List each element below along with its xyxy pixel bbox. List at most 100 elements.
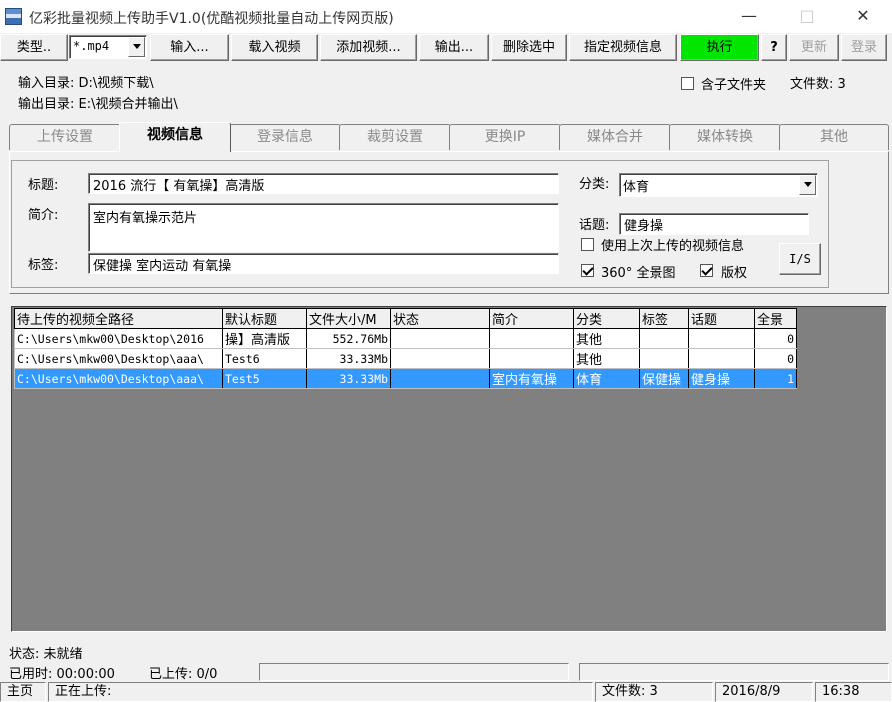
file-type-value: *.mp4	[73, 39, 110, 53]
cell-topic	[688, 328, 755, 349]
cell-title: 操】高清版	[222, 328, 307, 349]
cell-category: 其他	[573, 328, 640, 349]
tab-other[interactable]: 其他	[779, 124, 889, 150]
io-button[interactable]: I/S	[779, 243, 821, 275]
cell-category: 其他	[573, 348, 640, 369]
tab-media-merge[interactable]: 媒体合并	[559, 124, 671, 150]
col-header-intro[interactable]: 简介	[489, 308, 574, 329]
elapsed-label: 已用时: 00:00:00	[9, 667, 115, 682]
subfolder-label: 含子文件夹	[701, 78, 767, 93]
cell-pano: 1	[754, 368, 797, 389]
table-row[interactable]: C:\Users\mkw00\Desktop\aaa\ Test6 33.33M…	[14, 348, 797, 369]
app-icon	[5, 8, 22, 25]
cell-tags: 保健操	[639, 368, 689, 389]
maximize-icon: □	[799, 6, 815, 25]
close-icon[interactable]: ✕	[838, 0, 888, 33]
cell-size: 33.33Mb	[306, 368, 391, 389]
cell-status	[390, 368, 490, 389]
chevron-down-icon[interactable]	[799, 175, 816, 195]
cell-path: C:\Users\mkw00\Desktop\2016	[14, 328, 223, 349]
cell-intro: 室内有氧操	[489, 368, 574, 389]
subfolder-checkbox[interactable]	[681, 77, 694, 90]
intro-textarea[interactable]: 室内有氧操示范片	[88, 203, 559, 252]
cell-intro	[489, 328, 574, 349]
video-list-area: 待上传的视频全路径 默认标题 文件大小/M 状态 简介 分类 标签 话题 全景 …	[11, 306, 887, 632]
cell-pano: 0	[754, 348, 797, 369]
pano-checkbox[interactable]	[581, 264, 594, 277]
col-header-category[interactable]: 分类	[573, 308, 640, 329]
add-video-button[interactable]: 添加视频...	[320, 34, 417, 61]
category-select[interactable]: 体育	[619, 173, 818, 197]
col-header-pano[interactable]: 全景	[754, 308, 797, 329]
input-dir-label: 输入目录: D:\视频下载\	[18, 76, 154, 91]
cell-size: 33.33Mb	[306, 348, 391, 369]
input-button[interactable]: 输入...	[150, 34, 229, 61]
output-dir-label: 输出目录: E:\视频合并输出\	[18, 97, 178, 112]
type-button[interactable]: 类型..	[0, 34, 68, 61]
cell-tags	[639, 328, 689, 349]
execute-button[interactable]: 执行	[680, 34, 759, 61]
assign-video-info-button[interactable]: 指定视频信息	[569, 34, 677, 61]
cell-topic: 健身操	[688, 368, 755, 389]
cell-title: Test6	[222, 348, 307, 369]
video-list-table: 待上传的视频全路径 默认标题 文件大小/M 状态 简介 分类 标签 话题 全景 …	[14, 308, 797, 389]
use-last-info-label: 使用上次上传的视频信息	[601, 239, 745, 254]
cell-category: 体育	[573, 368, 640, 389]
cell-title: Test5	[222, 368, 307, 389]
cell-path: C:\Users\mkw00\Desktop\aaa\	[14, 348, 223, 369]
tags-field[interactable]: 保健操 室内运动 有氧操	[88, 253, 559, 274]
col-header-status[interactable]: 状态	[390, 308, 490, 329]
file-type-select[interactable]: *.mp4	[69, 35, 147, 59]
tab-media-convert[interactable]: 媒体转换	[669, 124, 781, 150]
tab-change-ip[interactable]: 更换IP	[449, 124, 561, 150]
help-button[interactable]: ?	[761, 34, 787, 61]
title-label: 标题:	[28, 178, 59, 193]
topic-label: 话题:	[579, 218, 610, 233]
status-date: 2016/8/9	[715, 682, 813, 702]
file-progress-bar	[579, 663, 889, 681]
file-count-label: 文件数: 3	[790, 77, 846, 92]
cell-pano: 0	[754, 328, 797, 349]
col-header-topic[interactable]: 话题	[688, 308, 755, 329]
topic-field[interactable]: 健身操	[619, 213, 809, 235]
tab-login-info[interactable]: 登录信息	[229, 124, 341, 150]
cell-path: C:\Users\mkw00\Desktop\aaa\	[14, 368, 223, 389]
cell-intro	[489, 348, 574, 369]
uploaded-label: 已上传: 0/0	[149, 667, 218, 682]
upload-progress-bar	[259, 663, 569, 681]
tab-video-info[interactable]: 视频信息	[119, 122, 231, 152]
state-label: 状态: 未就绪	[9, 647, 83, 662]
status-home: 主页	[0, 682, 46, 702]
title-bar: 亿彩批量视频上传助手V1.0(优酷视频批量自动上传网页版) — □ ✕	[0, 0, 892, 33]
copyright-checkbox[interactable]	[700, 264, 713, 277]
tags-label: 标签:	[28, 258, 59, 273]
delete-selected-button[interactable]: 删除选中	[491, 34, 567, 61]
col-header-tags[interactable]: 标签	[639, 308, 689, 329]
status-time: 16:38	[815, 682, 892, 702]
cell-status	[390, 328, 490, 349]
login-button: 登录	[841, 34, 887, 61]
table-row-selected[interactable]: C:\Users\mkw00\Desktop\aaa\ Test5 33.33M…	[14, 368, 797, 389]
tab-crop-settings[interactable]: 裁剪设置	[339, 124, 451, 150]
window-title: 亿彩批量视频上传助手V1.0(优酷视频批量自动上传网页版)	[29, 11, 394, 27]
use-last-info-checkbox[interactable]	[581, 238, 594, 251]
col-header-size[interactable]: 文件大小/M	[306, 308, 391, 329]
status-file-count: 文件数: 3	[595, 682, 713, 702]
output-button[interactable]: 输出...	[419, 34, 489, 61]
title-field[interactable]: 2016 流行【 有氧操】高清版	[88, 173, 559, 194]
copyright-label: 版权	[721, 266, 748, 281]
table-header: 待上传的视频全路径 默认标题 文件大小/M 状态 简介 分类 标签 话题 全景	[14, 308, 797, 329]
tab-upload-settings[interactable]: 上传设置	[9, 124, 121, 150]
load-video-button[interactable]: 载入视频	[231, 34, 318, 61]
category-value: 体育	[623, 180, 650, 195]
status-uploading: 正在上传:	[48, 682, 593, 702]
minimize-icon[interactable]: —	[724, 0, 774, 33]
intro-label: 简介:	[28, 208, 59, 223]
cell-topic	[688, 348, 755, 369]
col-header-title[interactable]: 默认标题	[222, 308, 307, 329]
cell-size: 552.76Mb	[306, 328, 391, 349]
table-row[interactable]: C:\Users\mkw00\Desktop\2016 操】高清版 552.76…	[14, 328, 797, 349]
chevron-down-icon[interactable]	[128, 37, 145, 57]
update-button: 更新	[789, 34, 839, 61]
col-header-path[interactable]: 待上传的视频全路径	[14, 308, 223, 329]
